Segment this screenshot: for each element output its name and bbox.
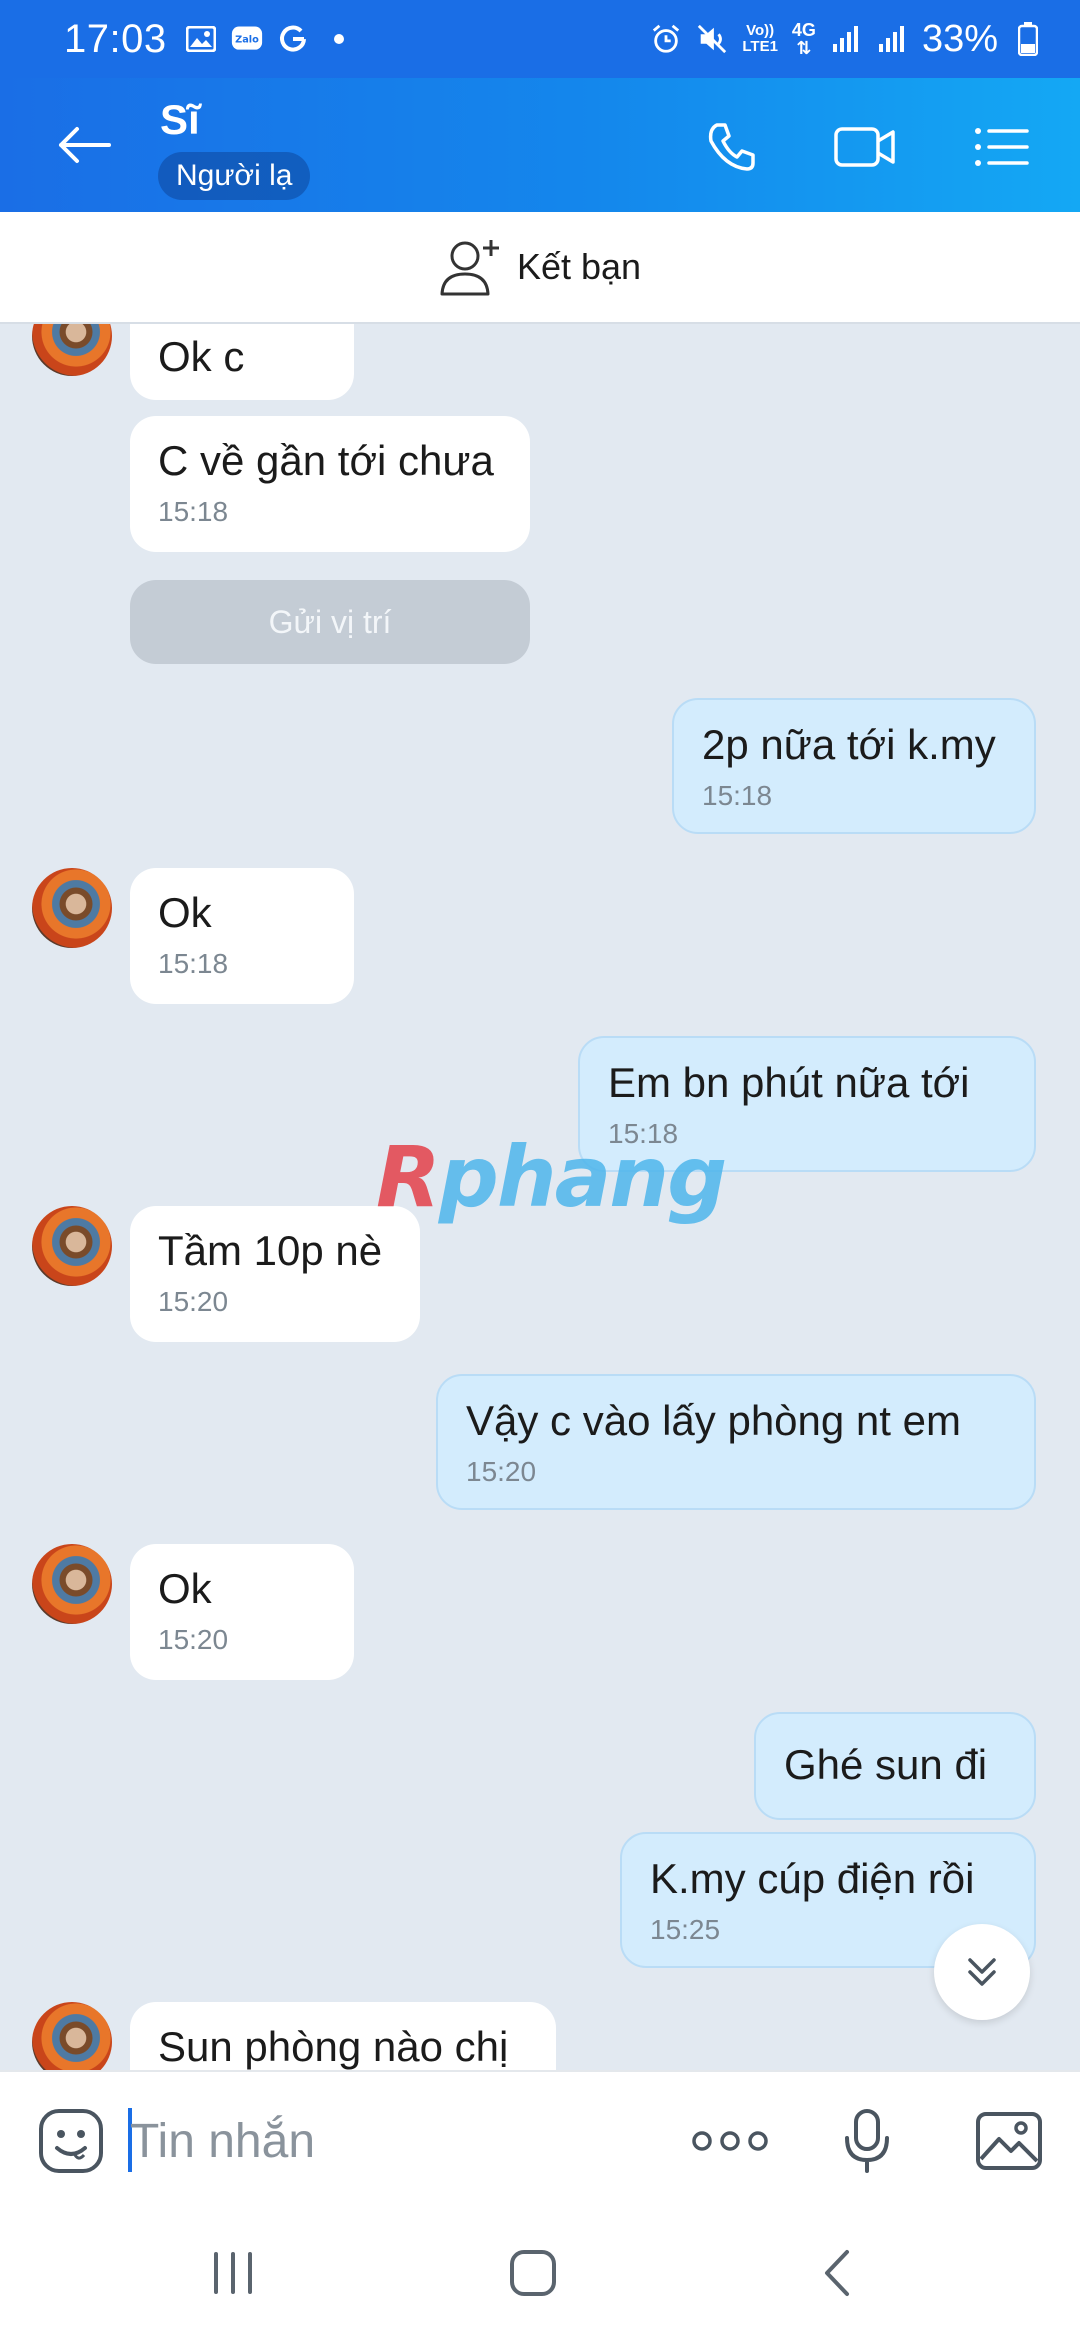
message-text: Ok [158,889,212,936]
microphone-icon [845,2109,889,2173]
network-type: Vo)) LTE1 [742,22,778,55]
voice-call-button[interactable] [696,112,766,182]
send-location-button[interactable]: Gửi vị trí [130,580,530,664]
battery-percent: 33% [921,17,998,60]
recent-apps-button[interactable] [188,2238,278,2308]
message-input[interactable] [130,2106,650,2176]
battery-icon [1012,22,1044,56]
message-text: Sun phòng nào chị [158,2023,509,2070]
back-button[interactable] [50,112,116,178]
sticker-button[interactable] [36,2106,106,2176]
stranger-badge: Người lạ [158,152,311,200]
recent-apps-icon [214,2252,252,2294]
video-call-button[interactable] [830,112,900,182]
message-time: 15:18 [702,780,773,811]
message-time: 15:18 [158,496,229,527]
status-right-icons: Vo)) LTE1 4G ⇅ 33% [650,18,1044,61]
add-friend-label: Kết bạn [516,246,642,287]
scroll-to-bottom-button[interactable] [934,1924,1030,2020]
message-text: Ok c [158,333,245,380]
message-time: 15:20 [158,1624,229,1655]
image-icon [185,23,217,55]
dot-icon [323,23,355,55]
avatar[interactable] [32,1206,112,1286]
status-time: 17:03 [64,16,167,61]
chat-header: Sĩ Người lạ [0,78,1080,212]
add-friend-button[interactable]: Kết bạn [0,212,1080,324]
message-bubble-incoming[interactable]: Ok 15:20 [130,1544,354,1680]
status-left-icons: Zalo [185,23,355,55]
avatar[interactable] [32,324,112,376]
message-list[interactable]: Ok c C về gần tới chưa 15:18 Gửi vị trí … [0,324,1080,2070]
message-text: K.my cúp điện rồi [650,1855,975,1902]
watermark-logo: Rphang [376,1128,727,1226]
voice-message-button[interactable] [832,2106,902,2176]
message-bubble-incoming[interactable]: C về gần tới chưa 15:18 [130,416,530,552]
back-nav-button[interactable] [792,2238,882,2308]
double-chevron-down-icon [968,1958,996,1986]
message-bubble-incoming[interactable]: Sun phòng nào chị [130,2002,556,2070]
more-options-button[interactable] [690,2106,770,2176]
signal-icon [830,23,862,55]
sticker-icon [39,2109,103,2173]
message-time: 15:20 [466,1456,537,1487]
message-text: Ok [158,1565,212,1612]
avatar[interactable] [32,1544,112,1624]
phone-icon [708,123,755,171]
message-text: 2p nữa tới k.my [702,721,996,768]
send-image-button[interactable] [974,2106,1044,2176]
avatar[interactable] [32,868,112,948]
svg-text:Zalo: Zalo [235,35,259,46]
back-icon [825,2250,849,2296]
message-text: Em bn phút nữa tới [608,1059,970,1106]
message-bubble-incoming[interactable]: Ok 15:18 [130,868,354,1004]
mute-icon [696,23,728,55]
home-icon [510,2250,556,2296]
back-arrow-icon [59,127,111,163]
message-text: Tầm 10p nè [158,1227,383,1274]
message-time: 15:18 [158,948,229,979]
zalo-icon: Zalo [231,23,263,55]
message-bubble-outgoing[interactable]: Vậy c vào lấy phòng nt em 15:20 [436,1374,1036,1510]
home-button[interactable] [488,2238,578,2308]
more-dots-icon [692,2131,768,2151]
signal-icon [876,23,908,55]
message-text: Vậy c vào lấy phòng nt em [466,1397,961,1444]
contact-name[interactable]: Sĩ [160,96,200,144]
system-nav-bar [0,2206,1080,2340]
video-call-icon [834,127,895,167]
image-icon [976,2112,1042,2170]
google-icon [277,23,309,55]
message-text: C về gần tới chưa [158,437,494,484]
message-text: Ghé sun đi [784,1741,988,1788]
message-bubble-outgoing[interactable]: Ghé sun đi [754,1712,1036,1820]
message-bubble-incoming[interactable]: Tầm 10p nè 15:20 [130,1206,420,1342]
network-gen: 4G ⇅ [791,20,816,58]
composer-bar [0,2070,1080,2206]
message-time: 15:20 [158,1286,229,1317]
add-person-icon [440,240,499,296]
avatar[interactable] [32,2002,112,2070]
status-bar: 17:03 Zalo Vo)) LTE1 4G ⇅ 33% [0,0,1080,78]
alarm-icon [650,23,682,55]
chat-options-button[interactable] [966,112,1036,182]
message-bubble-outgoing[interactable]: 2p nữa tới k.my 15:18 [672,698,1036,834]
menu-list-icon [975,128,1029,166]
message-bubble-incoming[interactable]: Ok c [130,324,354,400]
